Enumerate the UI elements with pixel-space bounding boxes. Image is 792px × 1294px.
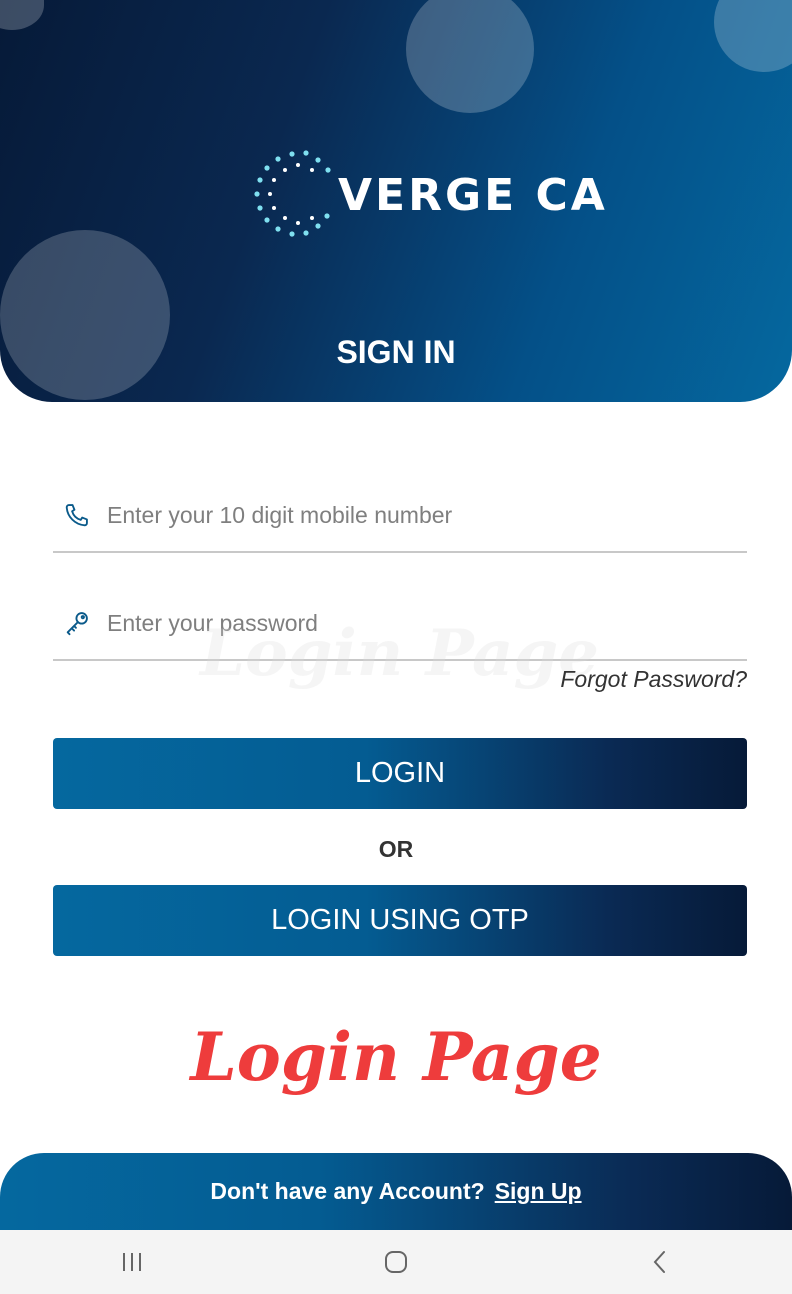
phone-field bbox=[53, 493, 747, 553]
system-navbar bbox=[0, 1230, 792, 1294]
signup-link[interactable]: Sign Up bbox=[495, 1178, 582, 1205]
signup-footer: Don't have any Account? Sign Up bbox=[0, 1153, 792, 1230]
page-title: SIGN IN bbox=[336, 334, 456, 370]
logo-dots-icon bbox=[254, 150, 331, 237]
login-button[interactable]: LOGIN bbox=[53, 738, 747, 809]
home-icon[interactable] bbox=[366, 1242, 426, 1282]
recent-apps-icon[interactable] bbox=[102, 1242, 162, 1282]
login-otp-button[interactable]: LOGIN USING OTP bbox=[53, 885, 747, 956]
decor-circle bbox=[714, 0, 792, 72]
decor-circle bbox=[406, 0, 534, 113]
watermark-label: Login Page bbox=[190, 1018, 602, 1096]
decor-circle bbox=[0, 0, 44, 30]
header-banner: VERGE CA SIGN IN bbox=[0, 0, 792, 402]
brand-name: VERGE CA bbox=[338, 169, 608, 221]
key-icon bbox=[63, 609, 91, 637]
password-field bbox=[53, 601, 747, 661]
signup-prompt: Don't have any Account? bbox=[210, 1178, 485, 1204]
brand-logo: VERGE CA bbox=[252, 148, 608, 242]
password-input[interactable] bbox=[107, 601, 727, 645]
decor-circle bbox=[0, 230, 170, 400]
or-divider: OR bbox=[378, 836, 414, 862]
back-icon[interactable] bbox=[630, 1242, 690, 1282]
phone-icon bbox=[63, 501, 91, 529]
phone-input[interactable] bbox=[107, 493, 727, 537]
forgot-password-link[interactable]: Forgot Password? bbox=[560, 666, 747, 693]
